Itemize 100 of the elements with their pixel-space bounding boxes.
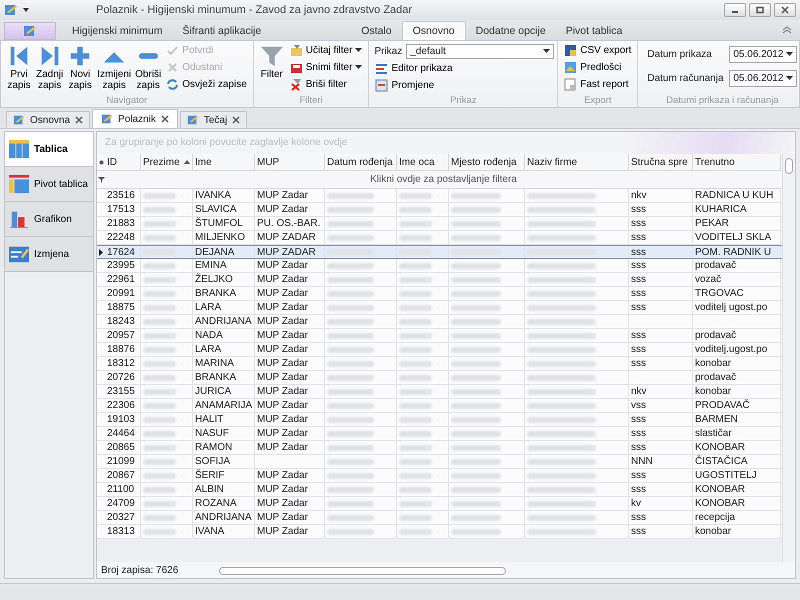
table-row[interactable]: 18875 LARA MUP Zadar sss voditelj ugost.po (97, 301, 782, 315)
table-row[interactable]: 22306 ANAMARIJA MUP Zadar vss PRODAVAČ (97, 399, 782, 413)
record-count: Broj zapisa: 7626 (100, 564, 180, 576)
table-row[interactable]: 21100 ALBIN MUP Zadar sss KONOBAR (97, 483, 782, 497)
close-icon[interactable] (75, 116, 84, 124)
table-row[interactable]: 20991 BRANKA MUP Zadar sss TRGOVAC (97, 287, 782, 301)
blurred-text (143, 304, 176, 310)
ribbon-button[interactable]: Novi zapis (65, 42, 96, 91)
ribbon-button[interactable]: Prvi zapis (4, 42, 34, 91)
ribbon-tab[interactable]: Ostalo (351, 22, 402, 40)
date-picker[interactable]: 05.06.2012 (729, 46, 798, 62)
table-row[interactable]: 20865 RAMON MUP Zadar sss KONOBAR (97, 441, 782, 455)
document-tab[interactable]: Tečaj (180, 111, 248, 128)
collapse-ribbon-icon[interactable] (782, 26, 792, 34)
minimize-button[interactable] (724, 3, 746, 17)
ribbon-button[interactable]: Fast report (561, 76, 634, 93)
dropdown-icon[interactable] (22, 7, 30, 13)
column-header[interactable]: Datum rođenja (325, 154, 397, 170)
close-icon[interactable] (160, 115, 169, 123)
table-cell: 24709 (105, 497, 141, 510)
view-button[interactable]: Pivot tablica (5, 167, 93, 202)
view-button[interactable]: Grafikon (5, 202, 93, 237)
vertical-scrollbar[interactable] (782, 154, 795, 562)
date-picker[interactable]: 05.06.2012 (729, 70, 798, 86)
table-row[interactable]: 24464 NASUF MUP Zadar sss slastičar (97, 427, 782, 441)
blurred-text (451, 528, 501, 534)
column-header[interactable]: Trenutno (693, 154, 781, 170)
table-cell: 23995 (105, 259, 141, 272)
column-header[interactable]: Ime oca (397, 154, 449, 170)
table-row[interactable]: 17624 DEJANA MUP ZADAR sss POM. RADNIK U (97, 245, 782, 259)
ribbon-tab[interactable]: Dodatne opcije (466, 22, 556, 40)
column-header[interactable]: Ime (193, 154, 255, 170)
view-dropdown[interactable]: _default (406, 44, 554, 58)
table-cell: 22306 (105, 399, 141, 412)
table-row[interactable]: 23155 JURICA MUP Zadar nkv konobar (97, 385, 782, 399)
table-row[interactable]: 20327 ANDRIJANA MUP Zadar sss recepcija (97, 511, 782, 525)
table-row[interactable]: 22248 MILJENKO MUP ZADAR sss VODITELJ SKLA (97, 231, 782, 245)
column-header[interactable]: MUP (255, 154, 325, 170)
table-row[interactable]: 18876 LARA MUP Zadar sss voditelj.ugost.po (97, 343, 782, 357)
table-cell: MUP Zadar (255, 273, 325, 286)
ribbon-tab[interactable]: Šifranti aplikacije (172, 22, 272, 40)
filter-icon[interactable] (98, 176, 104, 183)
ribbon-tab[interactable]: Osnovno (402, 21, 466, 40)
ribbon-button[interactable]: Osvježi zapise (163, 76, 250, 93)
column-chooser-icon[interactable] (98, 160, 104, 164)
pivot-table-icon (8, 174, 30, 194)
column-header[interactable]: Mjesto rođenja (449, 154, 525, 170)
table-row[interactable]: 23995 EMINA MUP Zadar sss prodavač (97, 259, 782, 273)
field-label: Prikaz (374, 46, 402, 56)
document-tab[interactable]: Polaznik (92, 109, 178, 128)
application-button[interactable] (4, 22, 56, 40)
ribbon-button[interactable]: Filter (256, 42, 287, 80)
blurred-text (143, 444, 176, 450)
table-row[interactable]: 21099 SOFIJA NNN ČISTAČICA (97, 455, 782, 469)
table-row[interactable]: 22961 ŽELJKO MUP Zadar sss vozač (97, 273, 782, 287)
blurred-text (399, 360, 432, 366)
close-icon[interactable] (232, 116, 240, 124)
document-tab[interactable]: Osnovna (6, 111, 90, 128)
ribbon-button[interactable]: Predlošci (561, 59, 634, 76)
app-icon (186, 114, 199, 126)
table-row[interactable]: 21883 ŠTUMFOL PU. OS.-BAR. sss PEKAR (97, 217, 782, 231)
ribbon-button[interactable]: Zadnji zapis (34, 42, 66, 91)
table-row[interactable]: 18313 IVANA MUP Zadar sss konobar (97, 525, 782, 539)
blurred-text (527, 416, 596, 422)
table-row[interactable]: 20726 BRANKA MUP Zadar prodavač (97, 371, 782, 385)
blurred-text (143, 234, 176, 240)
column-header[interactable]: Prezime (141, 154, 193, 170)
column-header[interactable]: Naziv firme (525, 154, 629, 170)
ribbon-button[interactable]: Promjene (372, 77, 554, 94)
ribbon-button[interactable]: Obriši zapis (133, 42, 164, 91)
blurred-text (327, 206, 374, 212)
table-row[interactable]: 20867 ŠERIF MUP Zadar sss UGOSTITELJ (97, 469, 782, 483)
blurred-text (527, 318, 596, 324)
table-row[interactable]: 20957 NADA MUP Zadar sss prodavač (97, 329, 782, 343)
column-header[interactable]: ID (105, 154, 141, 170)
table-row[interactable]: 24709 ROZANA MUP Zadar kv KONOBAR (97, 497, 782, 511)
ribbon-button[interactable]: Briši filter (286, 76, 366, 93)
maximize-button[interactable] (749, 3, 771, 17)
table-cell: KONOBAR (693, 441, 781, 454)
column-header[interactable]: Stručna spre (629, 154, 693, 170)
table-row[interactable]: 23516 IVANKA MUP Zadar nkv RADNICA U KUH (97, 189, 782, 203)
view-button[interactable]: Izmjena (5, 237, 93, 272)
table-row[interactable]: 18312 MARINA MUP Zadar sss konobar (97, 357, 782, 371)
table-cell: prodavač (693, 371, 781, 384)
ribbon-button[interactable]: Izmijeni zapis (95, 42, 134, 91)
table-cell: nkv (629, 189, 693, 202)
view-button[interactable]: Tablica (5, 132, 93, 167)
ribbon-tab[interactable]: Higijenski minimum (62, 22, 172, 40)
ribbon-button[interactable]: CSV export (561, 42, 634, 59)
table-row[interactable]: 18243 ANDRIJANA MUP Zadar (97, 315, 782, 329)
table-row[interactable]: 17513 SLAVICA MUP Zadar sss KUHARICA (97, 203, 782, 217)
table-row[interactable]: 19103 HALIT MUP Zadar sss BARMEN (97, 413, 782, 427)
ribbon-tab[interactable]: Pivot tablica (556, 22, 632, 40)
ribbon-button[interactable]: Editor prikaza (372, 60, 554, 77)
table-cell: KONOBAR (693, 497, 781, 510)
group-title: Datumi prikaza i računanja (665, 95, 780, 107)
close-button[interactable] (774, 3, 796, 17)
ribbon-button[interactable]: Učitaj filter (286, 42, 366, 59)
table-cell: ČISTAČICA (693, 455, 781, 468)
ribbon-button[interactable]: Snimi filter (286, 59, 366, 76)
